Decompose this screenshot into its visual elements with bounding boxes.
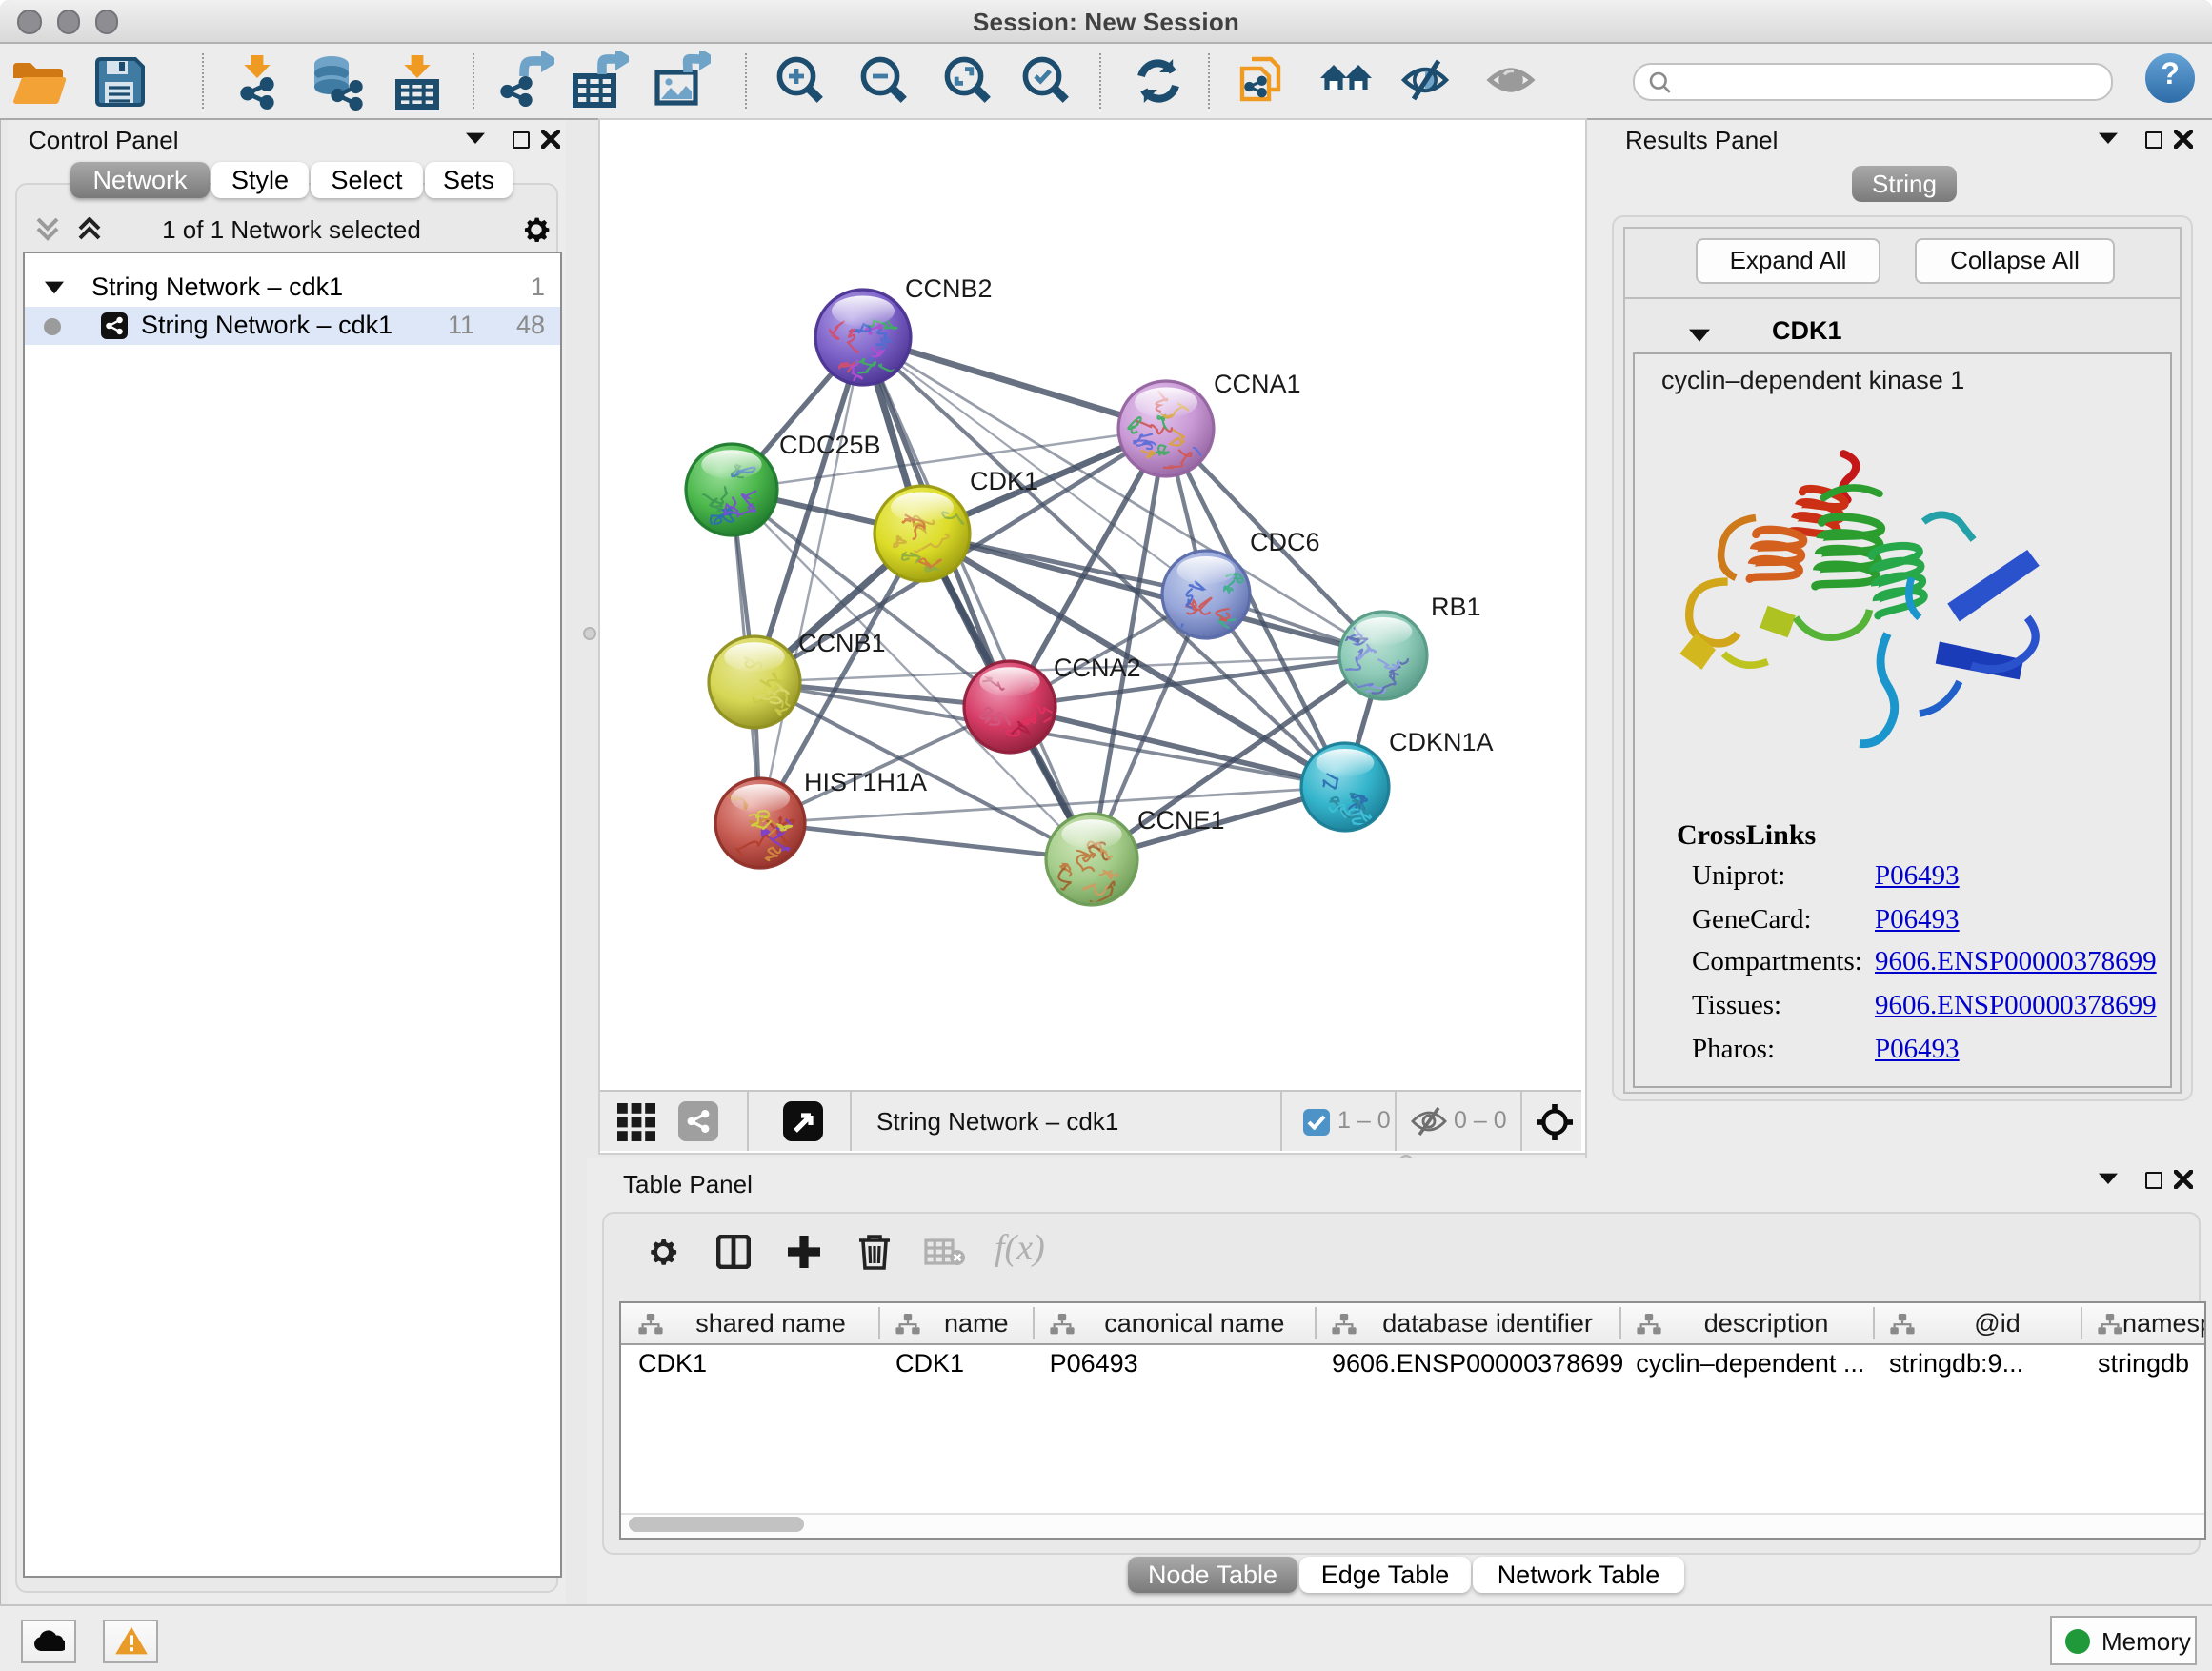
svg-text:CCNB1: CCNB1 xyxy=(798,629,886,657)
svg-text:CCNA1: CCNA1 xyxy=(1214,370,1301,398)
svg-text:CCNA2: CCNA2 xyxy=(1054,654,1141,682)
svg-text:CDC6: CDC6 xyxy=(1250,528,1320,556)
svg-text:CDKN1A: CDKN1A xyxy=(1389,728,1494,756)
svg-text:CCNE1: CCNE1 xyxy=(1137,806,1225,835)
svg-text:CCNB2: CCNB2 xyxy=(905,274,993,303)
svg-text:CDC25B: CDC25B xyxy=(779,431,881,459)
svg-text:RB1: RB1 xyxy=(1431,593,1481,621)
svg-text:CDK1: CDK1 xyxy=(970,467,1038,495)
svg-text:HIST1H1A: HIST1H1A xyxy=(804,768,927,796)
